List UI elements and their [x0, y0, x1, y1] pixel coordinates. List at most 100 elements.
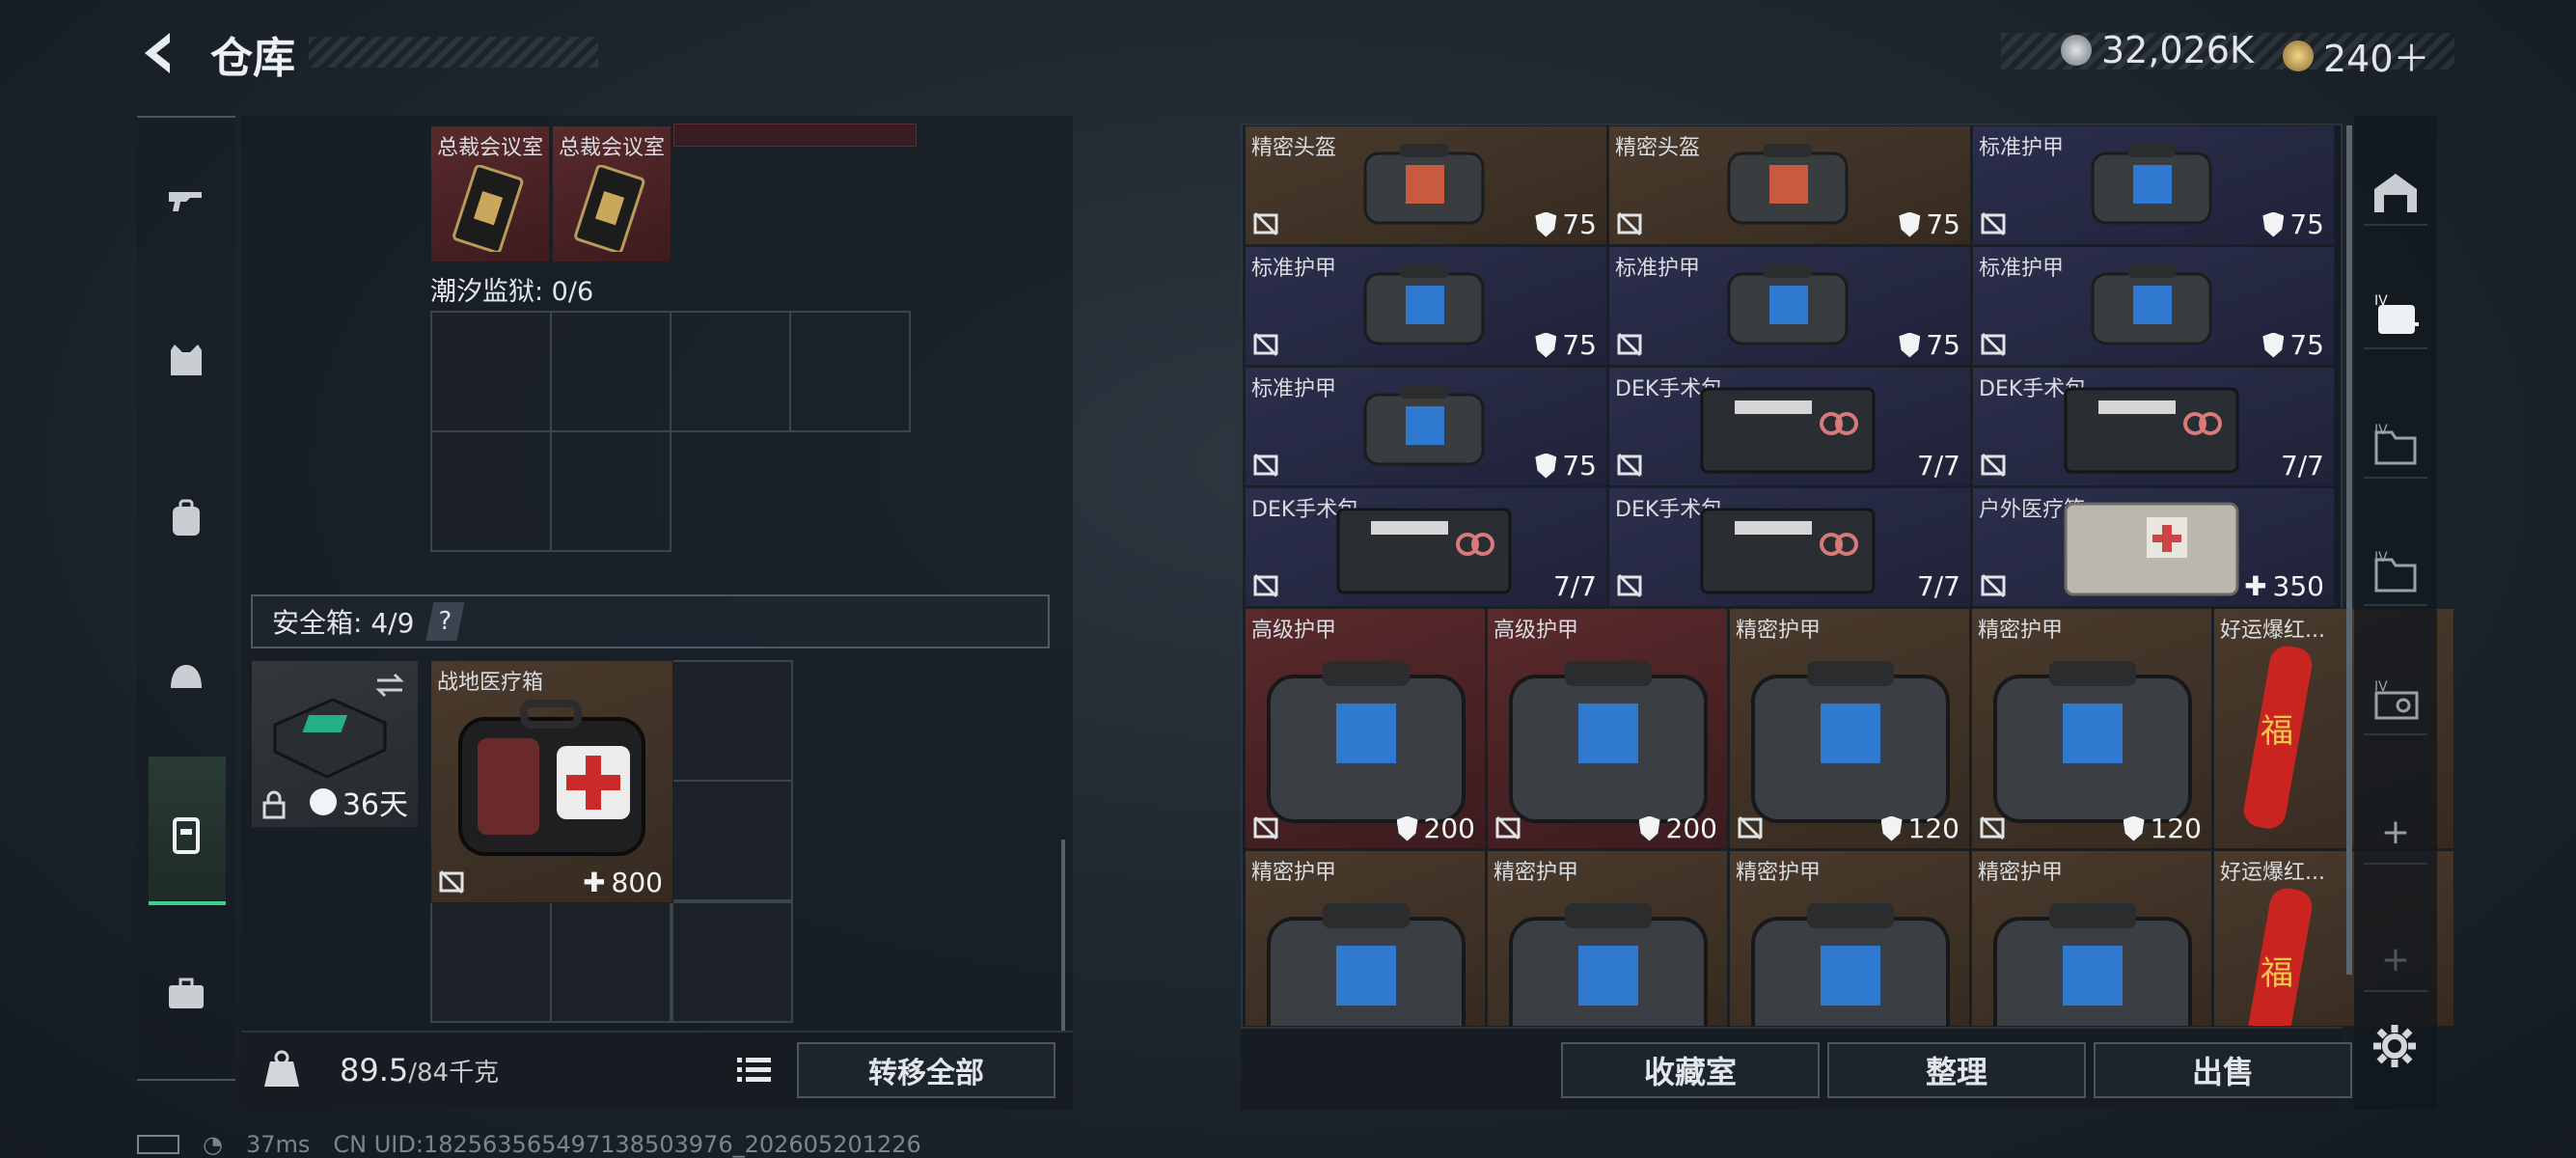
inventory-item[interactable]: 精密护甲: [1971, 850, 2212, 1027]
empty-slot[interactable]: [789, 311, 911, 432]
item-value: 75: [1535, 208, 1597, 240]
empty-slot[interactable]: [670, 311, 791, 432]
value-number: 75: [2289, 329, 2324, 361]
empty-slot[interactable]: [430, 311, 552, 432]
inventory-item[interactable]: 精密护甲: [1729, 850, 1970, 1027]
organize-button[interactable]: 整理: [1827, 1042, 2086, 1098]
plus-icon: ✚: [2244, 570, 2267, 602]
armor-vest-icon[interactable]: [151, 324, 222, 396]
inventory-item[interactable]: 精密头盔 75: [1608, 125, 1971, 245]
backpack-icon[interactable]: [151, 482, 222, 554]
gun-icon[interactable]: [151, 164, 222, 235]
armor-vest-icon: [1751, 661, 1950, 823]
item-value: 75: [2262, 329, 2324, 361]
inventory-item[interactable]: 标准护甲 75: [1245, 246, 1607, 366]
no-link-icon: [1981, 573, 2006, 598]
empty-slot[interactable]: [550, 901, 671, 1023]
inventory-item[interactable]: 精密护甲: [1487, 850, 1728, 1027]
empty-slot[interactable]: [671, 780, 793, 901]
empty-slot[interactable]: [671, 901, 793, 1023]
inventory-item[interactable]: DEK手术包 7/7: [1972, 367, 2335, 486]
no-link-icon: [1253, 211, 1278, 236]
value-number: 7/7: [1916, 450, 1960, 482]
item-label: 精密护甲: [1978, 619, 2064, 643]
value-number: 75: [1562, 329, 1597, 361]
lock-icon: [262, 790, 286, 819]
inventory-item[interactable]: 标准护甲 75: [1972, 246, 2335, 366]
outdoor-medbox-icon: [2064, 502, 2239, 596]
transfer-all-button[interactable]: 转移全部: [797, 1042, 1055, 1098]
svg-text:IV: IV: [2374, 550, 2388, 565]
empty-slot[interactable]: [430, 901, 552, 1023]
collection-room-button[interactable]: 收藏室: [1561, 1042, 1820, 1098]
shield-icon: [2262, 332, 2285, 358]
back-arrow-icon[interactable]: [135, 27, 187, 79]
shield-icon: [1638, 815, 1660, 841]
inventory-item[interactable]: DEK手术包 7/7: [1608, 487, 1971, 607]
item-label: 战地医疗箱: [437, 671, 544, 695]
safebox-container-item[interactable]: 36天: [251, 660, 419, 828]
value-number: 200: [1423, 813, 1475, 844]
helmet-icon: [1727, 144, 1849, 225]
inventory-item[interactable]: 精密护甲 120: [1971, 608, 2212, 849]
medkit-iv-icon[interactable]: IV: [2364, 286, 2427, 349]
inventory-item[interactable]: 精密头盔 75: [1245, 125, 1607, 245]
inventory-item[interactable]: 高级护甲 200: [1245, 608, 1486, 849]
item-label: 总裁会议室: [559, 136, 666, 160]
inventory-scrollbar[interactable]: [2346, 125, 2352, 975]
inventory-item[interactable]: 高级护甲 200: [1487, 608, 1728, 849]
item-value: 7/7: [2275, 450, 2324, 482]
inventory-item[interactable]: 户外医疗箱 ✚ 350: [1972, 487, 2335, 607]
item-value: 75: [1535, 329, 1597, 361]
no-link-icon: [1617, 211, 1642, 236]
swap-icon[interactable]: [373, 671, 406, 700]
empty-slot[interactable]: [430, 430, 552, 552]
silver-amount: 32,026K: [2101, 29, 2254, 71]
inventory-item[interactable]: 标准护甲 75: [1245, 367, 1607, 486]
no-link-icon: [1617, 453, 1642, 478]
folder-iv-icon[interactable]: IV: [2364, 542, 2427, 606]
add-icon[interactable]: +: [2364, 928, 2427, 992]
safebox-case-icon: [273, 698, 387, 779]
warehouse-icon[interactable]: [2364, 162, 2427, 226]
ticket-iv-icon[interactable]: IV: [2364, 672, 2427, 735]
settings-gear-icon[interactable]: [2370, 1021, 2420, 1071]
silver-coin-icon: [2061, 35, 2092, 66]
empty-slot[interactable]: [671, 660, 793, 782]
stash-scrollbar[interactable]: [1061, 840, 1065, 1033]
gold-currency[interactable]: 240＋: [2283, 29, 2430, 82]
weight-max: /84千克: [408, 1059, 500, 1088]
empty-slot[interactable]: [550, 430, 671, 552]
safebox-icon[interactable]: [151, 799, 222, 870]
helmet-bag-icon[interactable]: [151, 641, 222, 712]
field-medkit-item[interactable]: 战地医疗箱 ✚ 800: [430, 660, 673, 903]
no-link-icon: [1253, 332, 1278, 357]
add-icon[interactable]: +: [2364, 801, 2427, 865]
folder-iv-icon[interactable]: IV: [2364, 415, 2427, 479]
inventory-item[interactable]: 精密护甲: [1245, 850, 1486, 1027]
svg-text:IV: IV: [2374, 679, 2388, 695]
list-icon[interactable]: [729, 1046, 778, 1094]
no-link-icon: [1980, 815, 2005, 841]
inventory-item[interactable]: DEK手术包 7/7: [1608, 367, 1971, 486]
item-label: 精密头盔: [1251, 136, 1337, 160]
inventory-item[interactable]: DEK手术包 7/7: [1245, 487, 1607, 607]
item-value: 7/7: [1911, 450, 1960, 482]
sell-button[interactable]: 出售: [2094, 1042, 2352, 1098]
firecracker-icon: 福: [2243, 646, 2313, 829]
value-number: 120: [1907, 813, 1959, 844]
inventory-item[interactable]: 标准护甲 75: [1608, 246, 1971, 366]
inventory-item[interactable]: 标准护甲 75: [1972, 125, 2335, 245]
keycard-icon: [574, 165, 645, 252]
keycard-item[interactable]: 总裁会议室: [552, 125, 671, 262]
item-label: 标准护甲: [1979, 257, 2065, 281]
help-badge[interactable]: ?: [425, 602, 465, 641]
keycard-item[interactable]: 总裁会议室: [430, 125, 550, 262]
gold-amount: 240＋: [2323, 38, 2430, 80]
title-decoration: [309, 37, 598, 68]
item-label: 标准护甲: [1251, 257, 1337, 281]
inventory-item[interactable]: 精密护甲 120: [1729, 608, 1970, 849]
value-number: 7/7: [1916, 570, 1960, 602]
briefcase-icon[interactable]: [151, 957, 222, 1029]
empty-slot[interactable]: [550, 311, 671, 432]
